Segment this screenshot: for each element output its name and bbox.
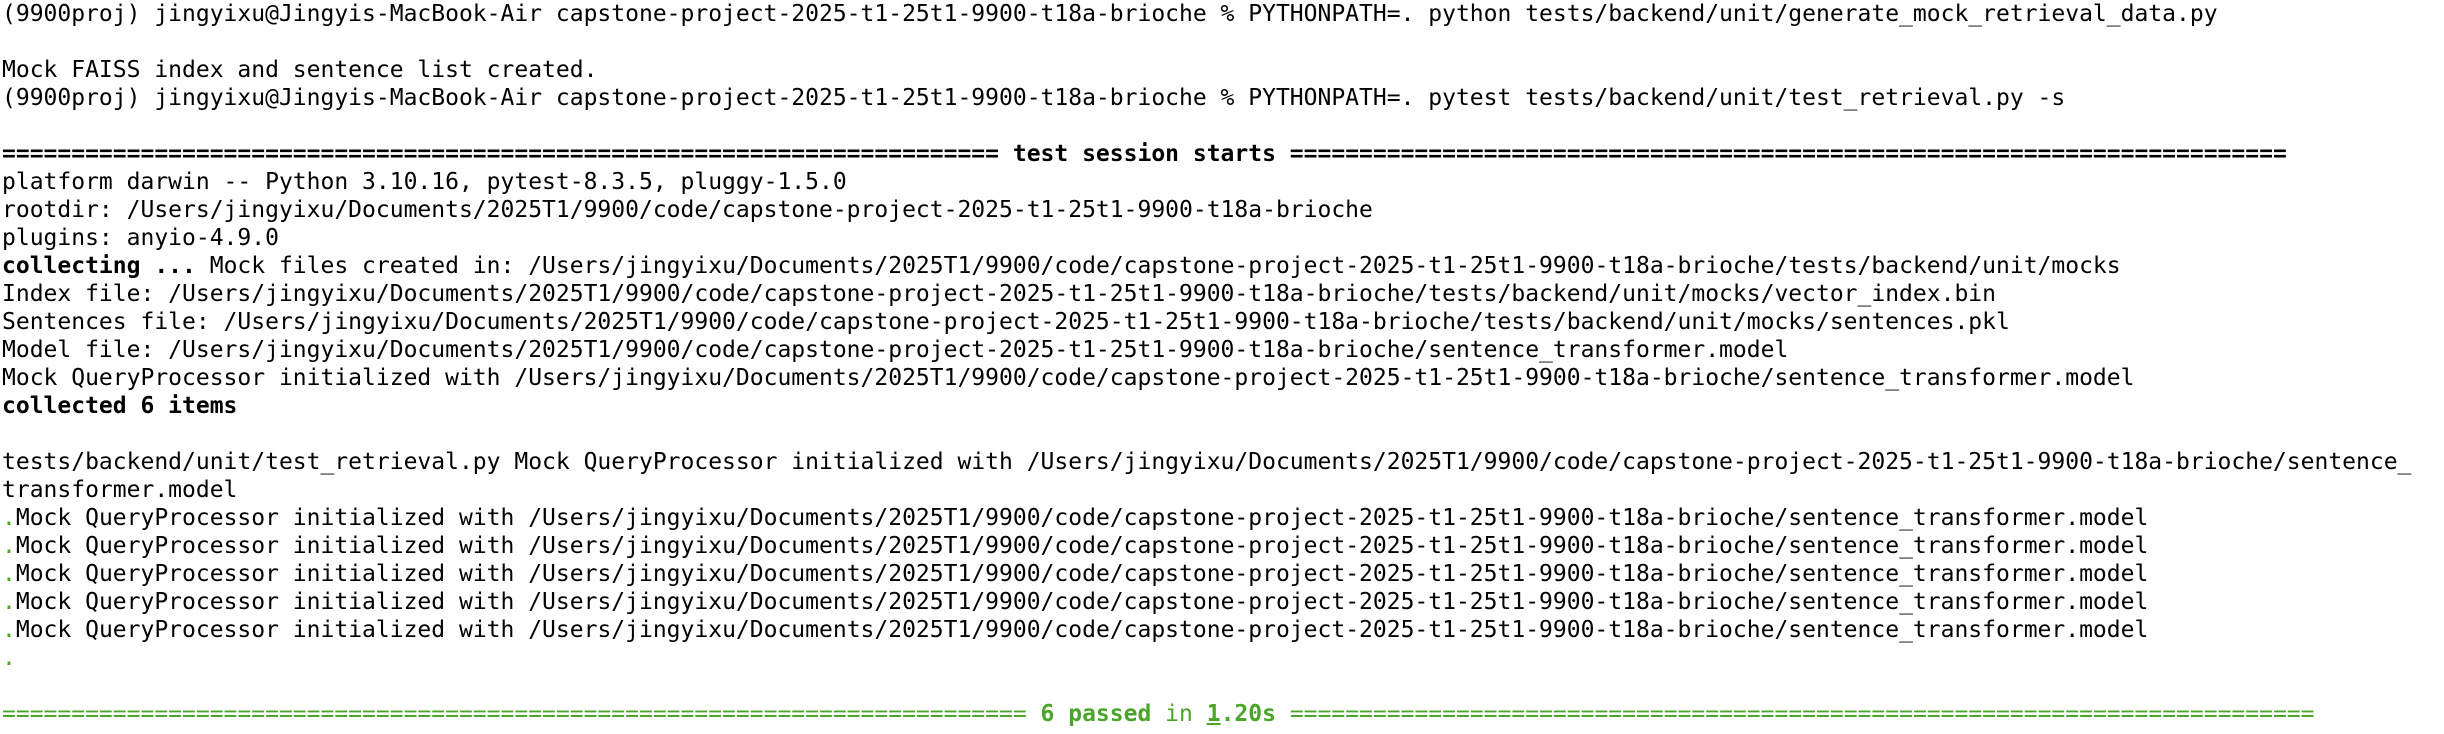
summary-line: ========================================… bbox=[2, 700, 2444, 728]
result-line: .Mock QueryProcessor initialized with /U… bbox=[2, 560, 2444, 588]
test-file-line: tests/backend/unit/test_retrieval.py Moc… bbox=[2, 449, 2412, 475]
model-file-line: Model file: /Users/jingyixu/Documents/20… bbox=[2, 337, 1789, 363]
result-line: .Mock QueryProcessor initialized with /U… bbox=[2, 504, 2444, 532]
collecting-line: collecting ... Mock files created in: /U… bbox=[2, 252, 2444, 280]
result-text: Mock QueryProcessor initialized with /Us… bbox=[15, 589, 2149, 615]
pass-dot: . bbox=[2, 645, 16, 671]
pass-dot: . bbox=[2, 533, 16, 559]
session-separator-left: ========================================… bbox=[2, 141, 1013, 167]
pass-dot: . bbox=[2, 561, 16, 587]
mock-init-line: Mock QueryProcessor initialized with /Us… bbox=[2, 365, 2135, 391]
result-text: Mock QueryProcessor initialized with /Us… bbox=[15, 561, 2149, 587]
collecting-message: Mock files created in: /Users/jingyixu/D… bbox=[195, 253, 2121, 279]
result-line: .Mock QueryProcessor initialized with /U… bbox=[2, 616, 2444, 644]
mock-created-output: Mock FAISS index and sentence list creat… bbox=[2, 57, 598, 83]
summary-separator-left: ========================================… bbox=[2, 701, 1041, 727]
plugins-line: plugins: anyio-4.9.0 bbox=[2, 225, 279, 251]
sentences-file-line: Sentences file: /Users/jingyixu/Document… bbox=[2, 309, 2010, 335]
result-text: Mock QueryProcessor initialized with /Us… bbox=[15, 533, 2149, 559]
summary-in: in bbox=[1151, 701, 1207, 727]
command-line-2: (9900proj) jingyixu@Jingyis-MacBook-Air … bbox=[2, 85, 2066, 111]
summary-passed: 6 passed bbox=[1040, 701, 1152, 727]
index-file-line: Index file: /Users/jingyixu/Documents/20… bbox=[2, 281, 1996, 307]
result-text: Mock QueryProcessor initialized with /Us… bbox=[15, 505, 2149, 531]
command-line-1: (9900proj) jingyixu@Jingyis-MacBook-Air … bbox=[2, 1, 2218, 27]
result-line: .Mock QueryProcessor initialized with /U… bbox=[2, 532, 2444, 560]
summary-time-cursor: 1 bbox=[1206, 701, 1221, 727]
result-text: Mock QueryProcessor initialized with /Us… bbox=[15, 617, 2149, 643]
session-separator-right: ========================================… bbox=[1275, 141, 2287, 167]
session-title: test session starts bbox=[1012, 141, 1276, 167]
test-file-wrap-line: transformer.model bbox=[2, 477, 238, 503]
result-line: .Mock QueryProcessor initialized with /U… bbox=[2, 588, 2444, 616]
summary-time: .20s bbox=[1220, 701, 1276, 727]
pass-dot: . bbox=[2, 589, 16, 615]
platform-line: platform darwin -- Python 3.10.16, pytes… bbox=[2, 169, 847, 195]
collecting-label: collecting ... bbox=[2, 253, 196, 279]
rootdir-line: rootdir: /Users/jingyixu/Documents/2025T… bbox=[2, 197, 1373, 223]
terminal-window[interactable]: (9900proj) jingyixu@Jingyis-MacBook-Air … bbox=[0, 0, 2444, 734]
pass-dot: . bbox=[2, 617, 16, 643]
final-dot-line: . bbox=[2, 644, 2444, 672]
session-header: ========================================… bbox=[2, 140, 2444, 168]
summary-separator-right: ========================================… bbox=[1275, 701, 2315, 727]
collected-line: collected 6 items bbox=[2, 393, 238, 419]
pass-dot: . bbox=[2, 505, 16, 531]
